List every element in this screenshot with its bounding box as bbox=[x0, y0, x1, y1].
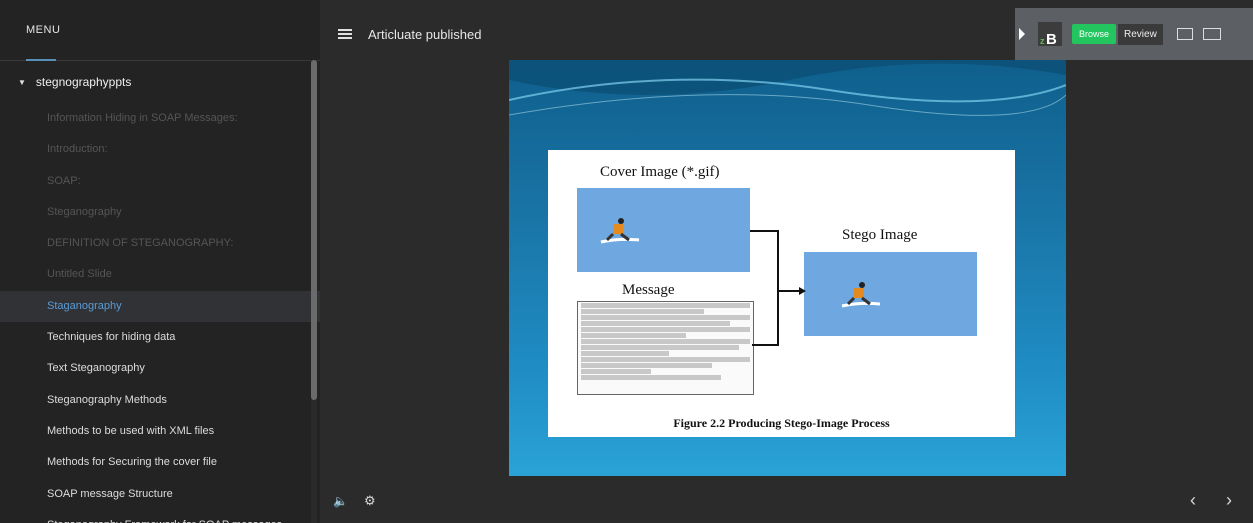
sidebar-item[interactable]: Text Steganography bbox=[0, 353, 320, 384]
sidebar-item[interactable]: SOAP message Structure bbox=[0, 479, 320, 510]
sidebar-group-label: stegnographyppts bbox=[35, 75, 132, 89]
gear-icon[interactable]: ⚙ bbox=[364, 493, 376, 509]
connector-line bbox=[777, 230, 779, 346]
sidebar-item[interactable]: Staganography bbox=[0, 290, 320, 323]
sidebar-item[interactable]: Steganography Framework for SOAP message… bbox=[0, 510, 320, 523]
sidebar-item[interactable]: Information Hiding in SOAP Messages: bbox=[0, 103, 320, 134]
review-button[interactable]: Review bbox=[1118, 23, 1163, 45]
review-panel: zB Browse Review bbox=[1015, 8, 1253, 60]
device-icon[interactable] bbox=[1202, 28, 1221, 40]
course-title: Articluate published bbox=[368, 26, 482, 42]
sidebar-item[interactable]: DEFINITION OF STEGANOGRAPHY: bbox=[0, 228, 320, 259]
sidebar-menu: MENU ▼ stegnographyppts Information Hidi… bbox=[0, 0, 320, 523]
slide-wave-decoration bbox=[509, 60, 1066, 116]
arrow-head bbox=[799, 287, 806, 295]
sidebar-item[interactable]: Introduction: bbox=[0, 134, 320, 165]
sidebar-item[interactable]: Techniques for hiding data bbox=[0, 322, 320, 353]
connector-line bbox=[750, 230, 778, 232]
figure-panel: Cover Image (*.gif) Stego Image Message bbox=[548, 150, 1015, 437]
cover-image bbox=[577, 188, 750, 272]
topbar: Articluate published bbox=[320, 0, 1015, 68]
sidebar-item[interactable]: Untitled Slide bbox=[0, 259, 320, 290]
sidebar-scrollbar-thumb[interactable] bbox=[311, 60, 317, 400]
menu-header: MENU bbox=[0, 0, 320, 61]
snowboarder-image bbox=[600, 218, 640, 244]
connector-line bbox=[779, 290, 799, 292]
sidebar-item[interactable]: SOAP: bbox=[0, 166, 320, 197]
cover-image-label: Cover Image (*.gif) bbox=[600, 164, 720, 180]
sidebar-item[interactable]: Steganography Methods bbox=[0, 385, 320, 416]
speaker-icon[interactable]: 🔈 bbox=[333, 494, 348, 508]
message-label: Message bbox=[622, 282, 675, 298]
chevron-right-icon[interactable]: › bbox=[1226, 490, 1232, 511]
image-icon[interactable] bbox=[1176, 28, 1193, 40]
chevron-left-icon[interactable]: ‹ bbox=[1190, 490, 1196, 511]
sidebar-item[interactable]: Steganography bbox=[0, 197, 320, 228]
sidebar-group-title[interactable]: ▼ stegnographyppts bbox=[0, 61, 320, 103]
expand-triangle-icon[interactable]: ▼ bbox=[18, 78, 26, 87]
hamburger-menu-icon[interactable] bbox=[338, 29, 352, 39]
slide-canvas: Cover Image (*.gif) Stego Image Message bbox=[509, 60, 1066, 476]
player-controls: 🔈 ⚙ bbox=[333, 493, 376, 509]
message-code-box bbox=[577, 301, 754, 395]
menu-label: MENU bbox=[26, 24, 61, 36]
panel-expand-icon[interactable] bbox=[1019, 28, 1025, 40]
browse-button[interactable]: Browse bbox=[1072, 24, 1117, 44]
connector-line bbox=[752, 344, 779, 346]
zb-logo: zB bbox=[1038, 22, 1062, 48]
sidebar-item[interactable]: Methods to be used with XML files bbox=[0, 416, 320, 447]
menu-underline bbox=[26, 59, 56, 61]
figure-caption: Figure 2.2 Producing Stego-Image Process bbox=[673, 416, 890, 430]
stego-image bbox=[804, 252, 977, 336]
snowboarder-image bbox=[841, 282, 881, 308]
sidebar-item[interactable]: Methods for Securing the cover file bbox=[0, 447, 320, 478]
stego-image-label: Stego Image bbox=[842, 227, 918, 243]
